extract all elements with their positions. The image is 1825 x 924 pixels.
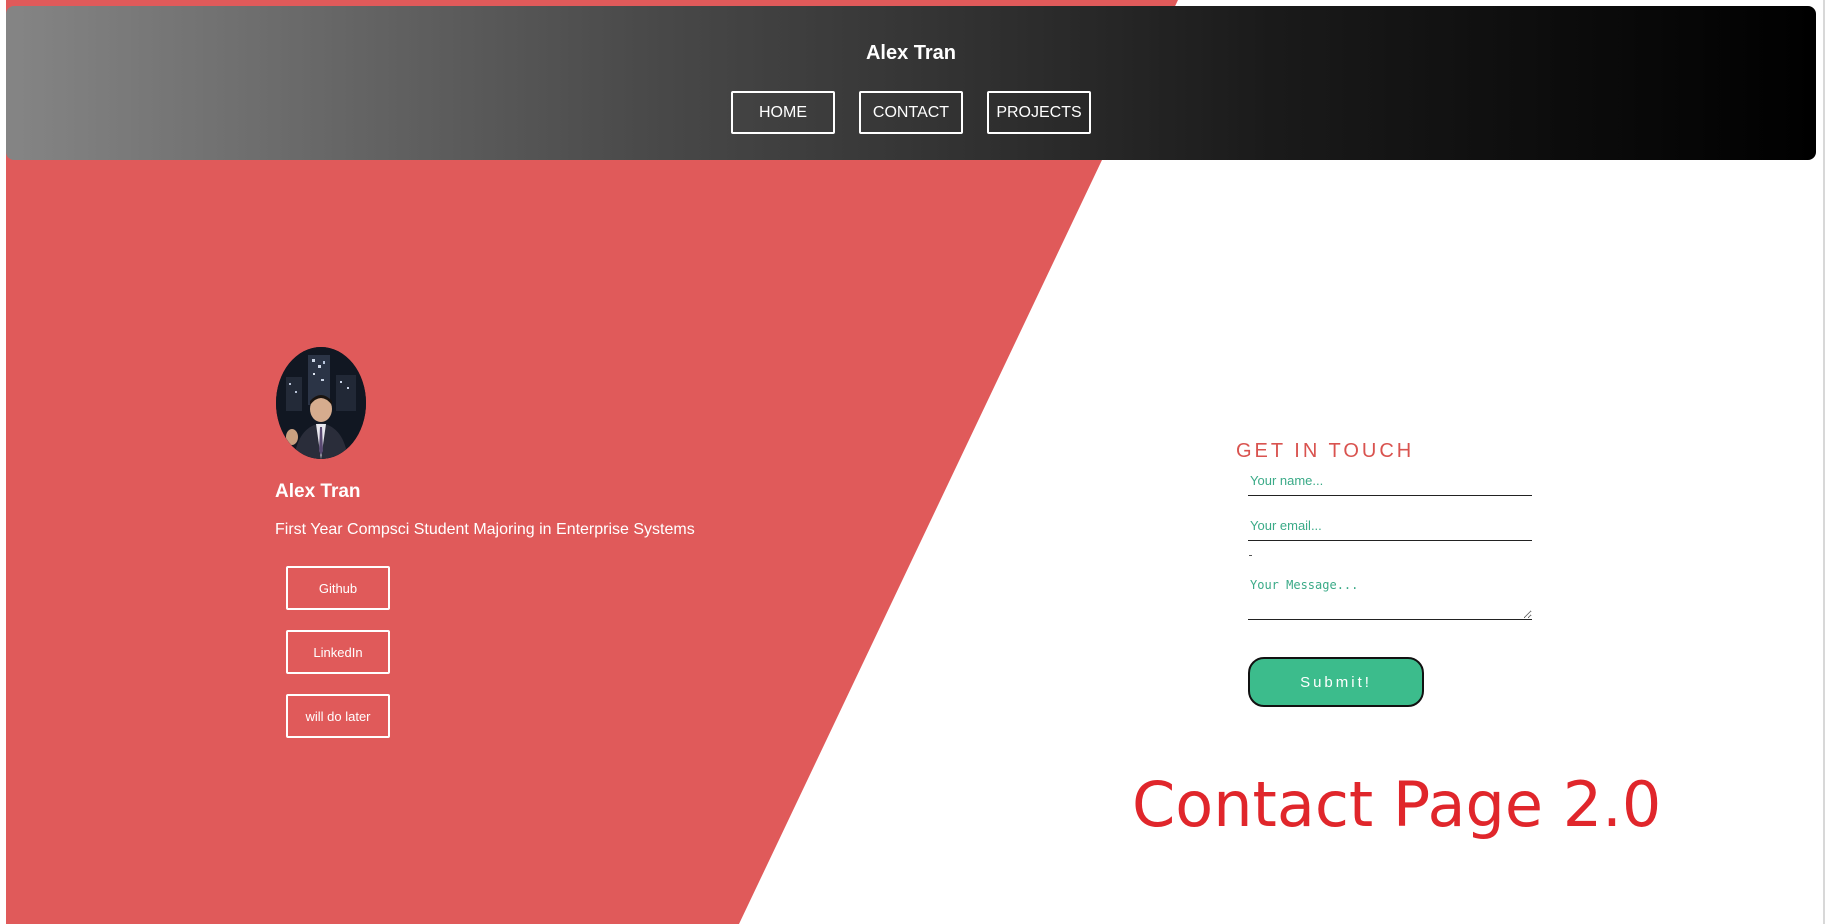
contact-heading: GET IN TOUCH — [1236, 440, 1415, 462]
nav-contact-button[interactable]: CONTACT — [859, 91, 963, 134]
linkedin-button[interactable]: LinkedIn — [286, 630, 390, 674]
github-button[interactable]: Github — [286, 566, 390, 610]
nav-projects-button[interactable]: PROJECTS — [987, 91, 1091, 134]
field-divider-mark — [1249, 555, 1252, 556]
message-field[interactable] — [1248, 570, 1532, 620]
nav-home-button[interactable]: HOME — [731, 91, 835, 134]
will-do-later-button[interactable]: will do later — [286, 694, 390, 738]
profile-name: Alex Tran — [275, 481, 361, 502]
avatar — [276, 347, 366, 459]
site-header: Alex Tran HOME CONTACT PROJECTS — [6, 6, 1816, 160]
email-field[interactable] — [1248, 510, 1532, 541]
submit-button[interactable]: Submit! — [1248, 657, 1424, 707]
page-heading: Contact Page 2.0 — [1132, 768, 1662, 841]
profile-subtitle: First Year Compsci Student Majoring in E… — [275, 521, 695, 538]
contact-page: Alex Tran HOME CONTACT PROJECTS Alex Tra… — [0, 0, 1825, 924]
name-field[interactable] — [1248, 465, 1532, 496]
site-title: Alex Tran — [865, 42, 957, 64]
